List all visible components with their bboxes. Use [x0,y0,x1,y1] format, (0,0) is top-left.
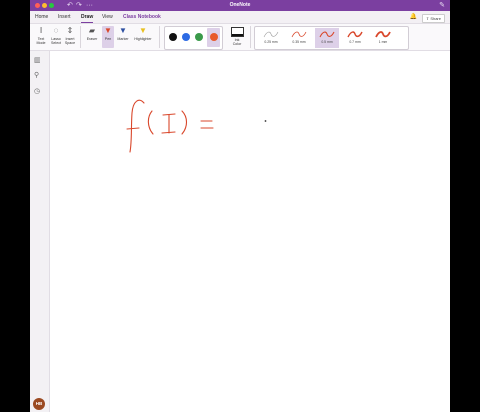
share-label: Share [430,16,441,21]
thickness-option[interactable]: 0.7 mm [343,28,367,48]
recent-icon[interactable]: ◷ [34,87,40,96]
search-icon[interactable]: ⚲ [34,71,39,80]
note-canvas[interactable] [50,51,450,412]
ribbon-divider [159,26,160,48]
marker-icon: ▼ [119,26,127,35]
thickness-option[interactable]: 0.25 mm [259,28,283,48]
ink-stroke-f-bar [126,127,140,130]
notebooks-icon[interactable]: ▥ [34,56,41,65]
ink-color-icon [230,27,244,37]
ink-dot [264,120,267,122]
swatch-green[interactable] [195,33,203,41]
ink-color-button[interactable]: Ink Color [227,26,247,46]
ink-drawing [126,99,267,153]
title-bar: ↶ ↷ ··· OneNote ✎ [30,0,450,11]
tab-class-notebook[interactable]: Class Notebook [123,13,161,21]
lasso-icon: ◌ [53,26,59,35]
highlighter-button[interactable]: ▼ Highlighter [132,26,154,41]
thickness-option[interactable]: 0.35 mm [287,28,311,48]
swatch-blue[interactable] [182,33,190,41]
ribbon-tabs: Home Insert Draw View Class Notebook 🔔 ⇪… [30,11,450,24]
left-navigation: ▥ ⚲ ◷ HB [30,51,50,412]
tab-insert[interactable]: Insert [58,13,71,21]
tab-draw[interactable]: Draw [81,13,94,23]
insert-space-icon: ⇕ [66,26,74,35]
ink-swatches [164,26,223,50]
draw-ribbon: Ⅰ Text Mode ◌ Lasso Select ⇕ Insert Spac… [30,24,450,51]
thickness-option-selected[interactable]: 0.5 mm [315,28,339,48]
thickness-option[interactable]: 1 mm [371,28,395,48]
edit-icon[interactable]: ✎ [439,1,445,10]
lasso-select-button[interactable]: ◌ Lasso Select [49,26,63,45]
window-title: OneNote [229,2,251,8]
swatch-orange[interactable] [210,33,218,41]
tab-home[interactable]: Home [35,13,48,21]
share-button[interactable]: ⇪ Share [421,14,445,23]
thickness-options: 0.25 mm 0.35 mm 0.5 mm 0.7 mm 1 mm [254,26,409,50]
notifications-icon[interactable]: 🔔 [410,13,417,21]
ink-stroke-open-paren [147,110,154,135]
tab-view[interactable]: View [102,13,113,21]
eraser-button[interactable]: ▰ Eraser [84,26,100,41]
eraser-icon: ▰ [88,26,96,35]
highlighter-icon: ▼ [139,26,147,35]
marker-button[interactable]: ▼ Marker [116,26,130,41]
insert-space-button[interactable]: ⇕ Insert Space [63,26,77,45]
swatch-black[interactable] [169,33,177,41]
text-cursor-icon: Ⅰ [39,26,43,35]
ribbon-divider [80,26,81,48]
pen-button[interactable]: ▼ Pen [102,26,114,48]
onenote-window: ↶ ↷ ··· OneNote ✎ Home Insert Draw View … [30,0,450,412]
ink-stroke-f [129,99,145,153]
pen-icon: ▼ [104,26,112,35]
ink-stroke-i-bottom [161,131,176,134]
ribbon-divider [250,26,251,48]
text-mode-button[interactable]: Ⅰ Text Mode [34,26,48,45]
ink-stroke-close-paren [181,110,188,135]
avatar[interactable]: HB [33,398,45,410]
